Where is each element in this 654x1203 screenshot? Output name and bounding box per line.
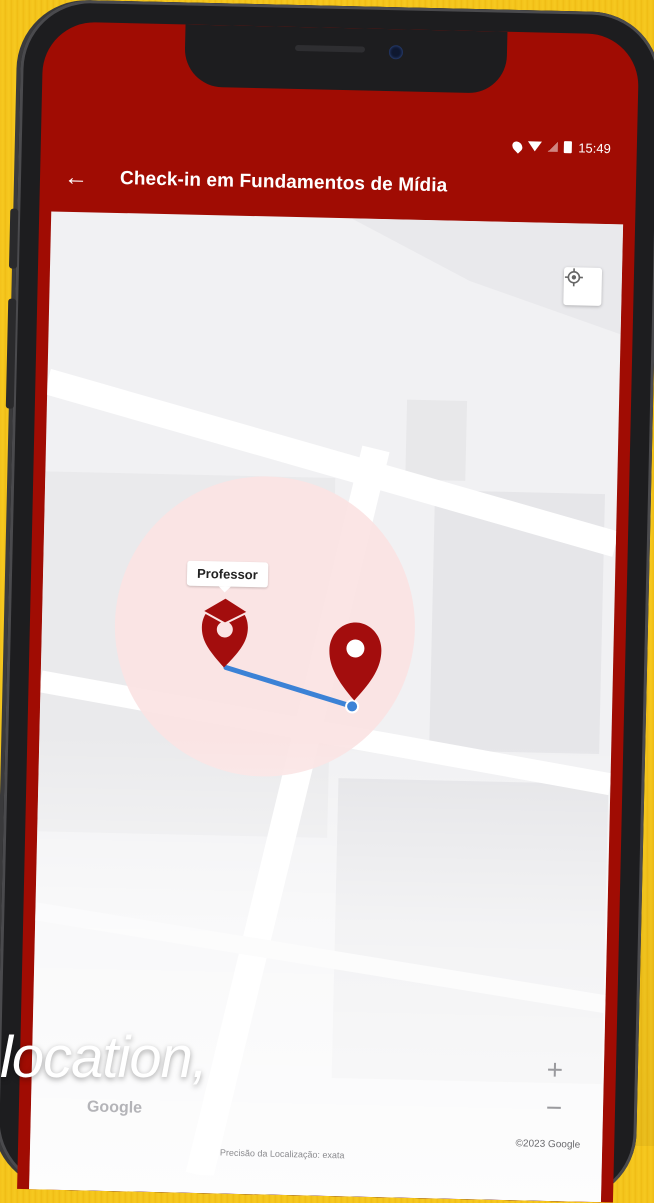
volume-button [9, 209, 18, 269]
phone-frame: 15:49 ← Check-in em Fundamentos de Mídia [0, 0, 654, 1203]
google-logo: Google [87, 1098, 143, 1117]
map-block [405, 400, 467, 481]
map-fade-overlay [29, 731, 611, 1202]
battery-icon [564, 141, 572, 153]
my-location-button[interactable] [563, 267, 602, 306]
zoom-in-button[interactable]: + [538, 1053, 573, 1088]
teacher-label: Professor [187, 561, 268, 588]
arrow-left-icon: ← [64, 164, 89, 193]
my-location-icon [564, 267, 584, 287]
zoom-out-button[interactable]: − [537, 1091, 572, 1126]
signal-icon [548, 142, 558, 152]
location-status-icon [511, 139, 525, 153]
power-button [6, 299, 16, 409]
notch [184, 24, 507, 93]
wifi-icon [528, 141, 542, 151]
video-caption: location, [0, 1024, 207, 1091]
map-copyright: ©2023 Google [515, 1138, 580, 1150]
front-camera [389, 45, 403, 59]
back-button[interactable]: ← [54, 156, 99, 201]
status-time: 15:49 [578, 140, 611, 156]
speaker-grille [295, 45, 365, 53]
status-bar: 15:49 [513, 136, 611, 158]
student-location-dot [346, 700, 358, 712]
page-title: Check-in em Fundamentos de Mídia [120, 168, 448, 197]
app-bar: ← Check-in em Fundamentos de Mídia [39, 151, 636, 217]
